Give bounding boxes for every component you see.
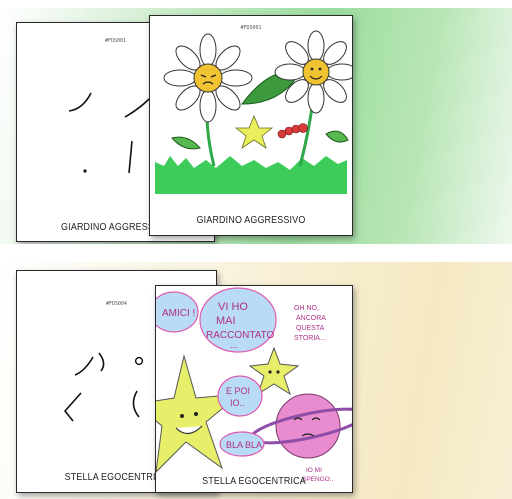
star-illustration: AMICI ! VI HO MAI RACCONTATO ... E POI I… xyxy=(156,287,352,483)
bubble2-line2: MAI xyxy=(216,315,236,327)
note1-line1: OH NO, xyxy=(294,305,319,312)
bubble3-line2: IO.. xyxy=(230,398,245,408)
bubble3-line1: E POI xyxy=(226,386,250,396)
colored-card[interactable]: #FDS001 GIARDINO AGGRESSIVO xyxy=(149,15,353,236)
bubble2-line1: VI HO xyxy=(218,301,248,313)
garden-illustration xyxy=(155,30,352,194)
gallery-item-giardino: #FDS001 GIARDINO AGGRESSIVO #FDS001 GIAR… xyxy=(0,8,512,244)
card-caption: STELLA EGOCENTRICA xyxy=(202,475,306,487)
card-caption: GIARDINO AGGRESSIVO xyxy=(196,214,306,226)
bubble2-line3: RACCONTATO xyxy=(206,330,275,341)
note1-line2: ANCORA xyxy=(296,315,326,322)
note1-line4: STORIA... xyxy=(294,335,326,342)
gallery-item-stella: #FDS004 STELLA EGOCENTRICA #FDS004 xyxy=(0,262,512,499)
note2-line1: IO MI xyxy=(306,467,322,474)
bubble4-text: BLA BLA xyxy=(226,440,262,450)
bubble2-line4: ... xyxy=(230,340,238,350)
colored-card[interactable]: #FDS004 AMICI ! VI HO MAI RACCONTATO .. xyxy=(155,285,353,493)
bubble1-text: AMICI ! xyxy=(162,308,195,319)
note1-line3: QUESTA xyxy=(296,325,325,332)
